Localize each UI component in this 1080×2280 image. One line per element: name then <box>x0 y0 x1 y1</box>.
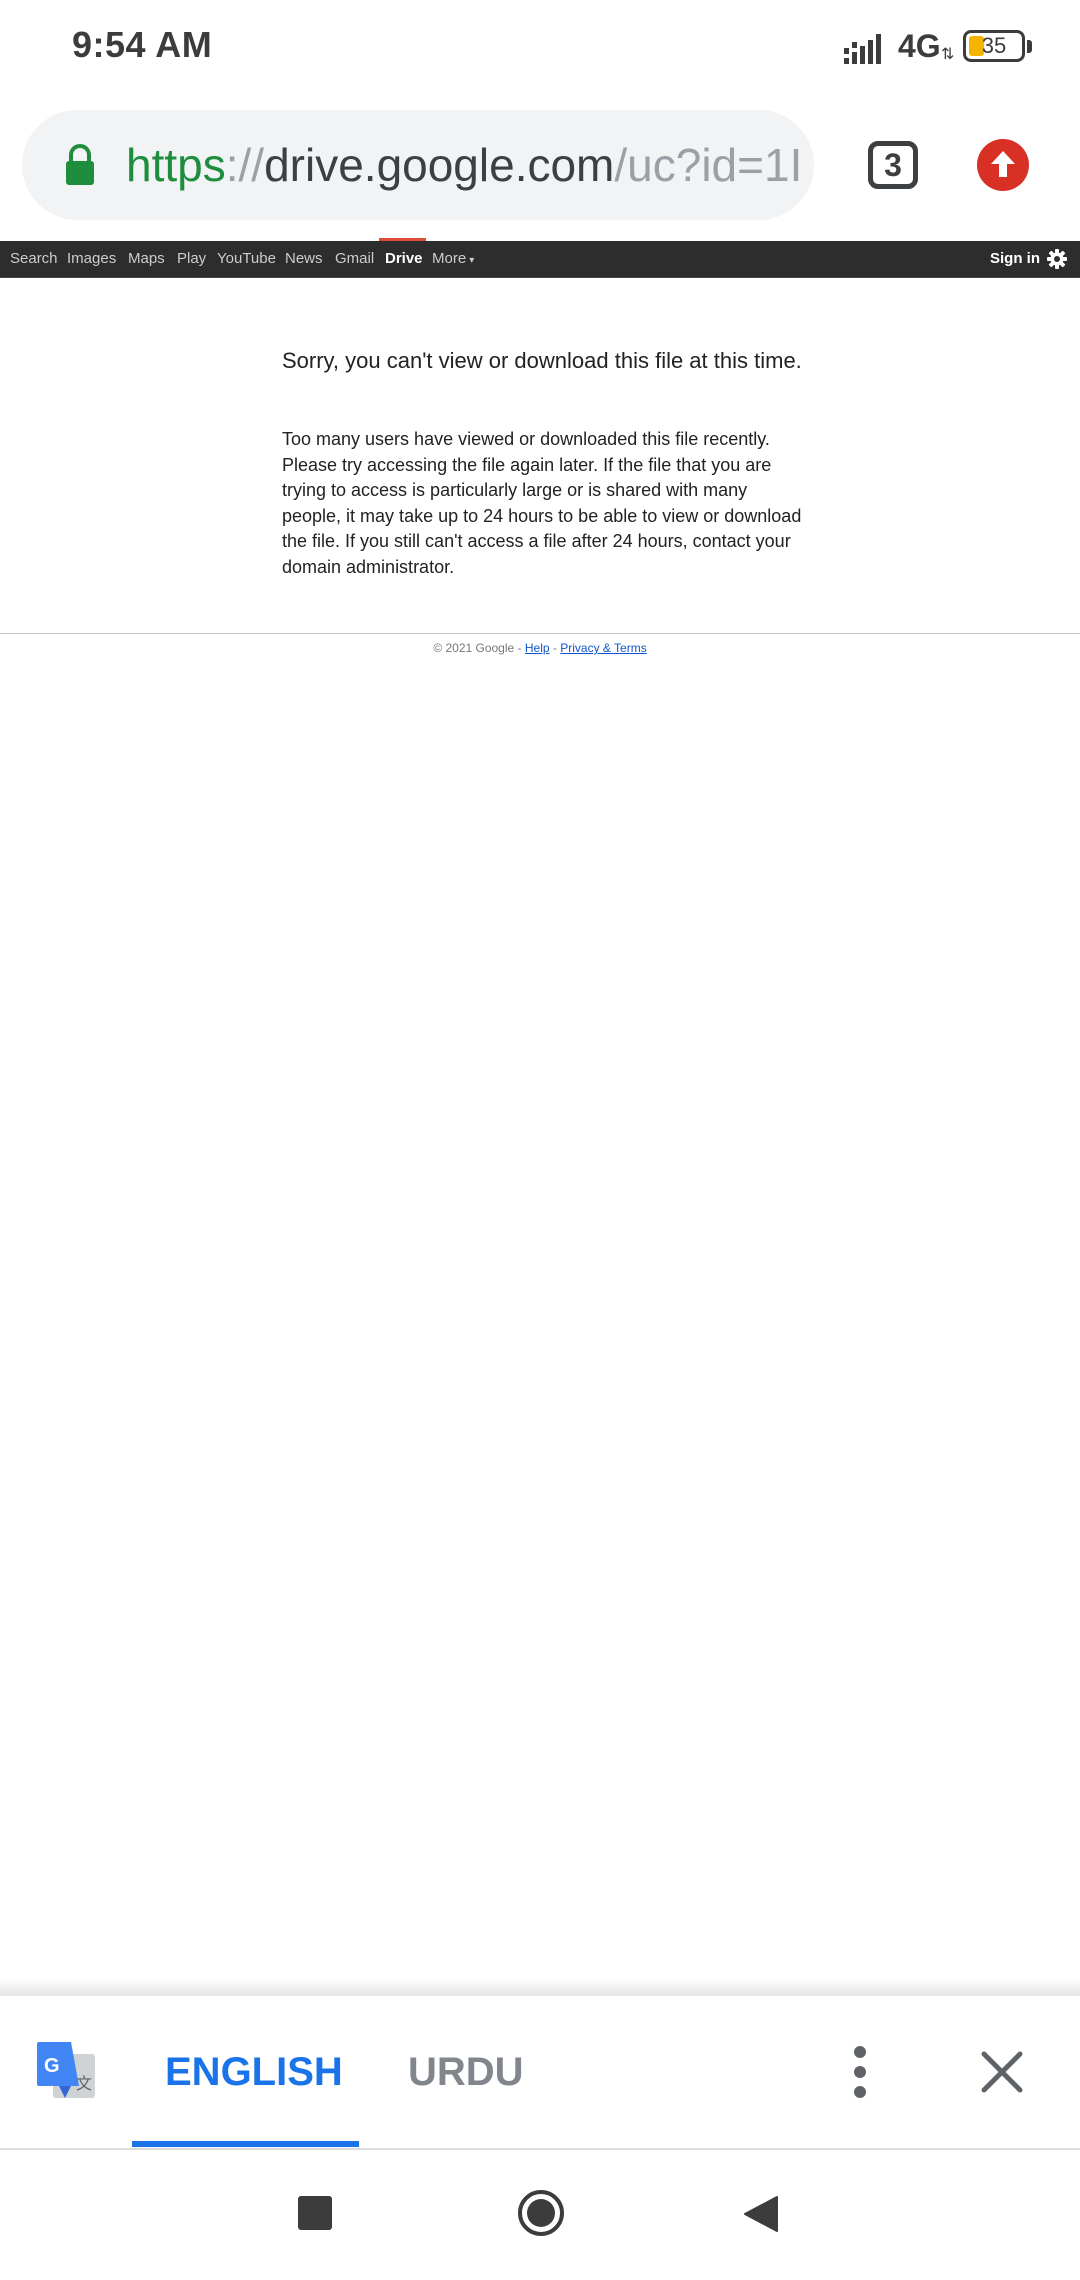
google-translate-icon: G 文 <box>37 2042 95 2098</box>
tab-english[interactable]: ENGLISH <box>165 2050 343 2095</box>
gbar-more-label: More <box>432 250 467 267</box>
svg-text:G: G <box>44 2055 60 2077</box>
tab-urdu[interactable]: URDU <box>408 2050 524 2095</box>
gbar-item-news[interactable]: News <box>285 241 323 277</box>
help-link[interactable]: Help <box>525 641 550 655</box>
kebab-dot <box>854 2066 866 2078</box>
svg-text:文: 文 <box>76 2075 92 2093</box>
google-nav-bar: Search Images Maps Play YouTube News Gma… <box>0 241 1080 278</box>
footer-separator-2: - <box>549 641 561 655</box>
url-text[interactable]: https://drive.google.com/uc?id=1I <box>126 134 812 196</box>
update-icon[interactable] <box>977 139 1029 191</box>
gbar-item-maps[interactable]: Maps <box>128 241 165 277</box>
url-scheme: https <box>126 139 226 191</box>
gbar-item-play[interactable]: Play <box>177 241 206 277</box>
privacy-terms-link[interactable]: Privacy & Terms <box>560 641 646 655</box>
status-bar: 9:54 AM 4G ⇅ 35 <box>0 0 1080 96</box>
tabs-icon[interactable]: 3 <box>868 141 918 189</box>
battery-icon: 35 <box>963 30 1025 62</box>
url-separator: :// <box>225 139 265 191</box>
network-arrows-icon: ⇅ <box>941 46 955 63</box>
error-body: Too many users have viewed or downloaded… <box>282 429 802 577</box>
sign-in-link[interactable]: Sign in <box>990 241 1040 277</box>
back-icon[interactable] <box>743 2195 779 2233</box>
gbar-item-gmail[interactable]: Gmail <box>335 241 374 277</box>
gbar-item-drive[interactable]: Drive <box>385 241 423 277</box>
footer-divider <box>0 633 1080 634</box>
gbar-item-images[interactable]: Images <box>67 241 116 277</box>
kebab-dot <box>854 2086 866 2098</box>
url-host: drive.google.com <box>264 139 615 191</box>
battery-level: 35 <box>981 33 1007 58</box>
url-bar[interactable]: https://drive.google.com/uc?id=1I <box>22 110 814 220</box>
network-type: 4G <box>898 28 941 64</box>
footer-separator: - <box>514 641 525 655</box>
page-footer: © 2021 Google - Help - Privacy & Terms <box>0 641 1080 655</box>
recents-icon[interactable] <box>298 2196 332 2230</box>
close-icon[interactable] <box>978 2048 1026 2096</box>
caret-down-icon: ▾ <box>469 255 475 266</box>
gbar-item-youtube[interactable]: YouTube <box>217 241 276 277</box>
more-vert-icon[interactable] <box>848 2044 872 2100</box>
footer-copyright: © 2021 Google <box>433 641 515 655</box>
kebab-dot <box>854 2046 866 2058</box>
signal-icon <box>844 34 881 64</box>
lock-icon[interactable] <box>64 144 96 186</box>
arrow-up-icon <box>991 151 1015 177</box>
selected-language-indicator <box>132 2141 359 2147</box>
translate-bar: G 文 ENGLISH URDU <box>0 1996 1080 2150</box>
gbar-item-more[interactable]: More ▾ <box>432 241 474 277</box>
error-title: Sorry, you can't view or download this f… <box>282 348 802 373</box>
gear-icon[interactable] <box>1047 249 1067 269</box>
translate-bar-shadow <box>0 1978 1080 1996</box>
battery-tip <box>1027 40 1032 53</box>
url-path: /uc?id=1I <box>614 139 803 191</box>
status-time: 9:54 AM <box>72 24 213 65</box>
home-icon[interactable] <box>517 2189 565 2237</box>
gbar-item-search[interactable]: Search <box>10 241 58 277</box>
